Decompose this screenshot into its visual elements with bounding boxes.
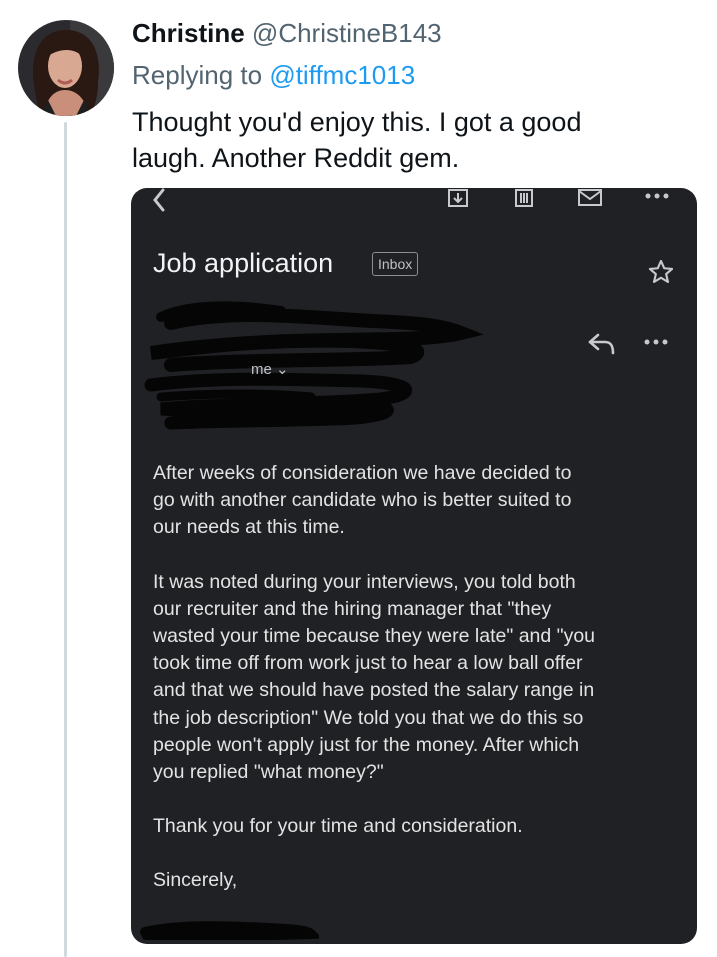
avatar[interactable] xyxy=(18,20,114,116)
email-signoff: Sincerely, xyxy=(153,869,238,892)
email-subject: Job application xyxy=(153,248,334,278)
star-icon[interactable] xyxy=(647,258,675,286)
email-paragraph: After weeks of consideration we have dec… xyxy=(153,462,572,539)
author-line: Christine @ChristineB143 xyxy=(132,17,442,49)
reply-context: Replying to @tiffmc1013 xyxy=(132,59,415,91)
inbox-label-chip[interactable]: Inbox xyxy=(372,252,419,276)
recipient-text: me xyxy=(251,361,272,378)
chevron-down-icon: ⌄ xyxy=(276,361,289,378)
email-body: After weeks of consideration we have dec… xyxy=(153,460,683,922)
tweet-text: Thought you'd enjoy this. I got a good l… xyxy=(132,107,582,173)
sender-redaction-scribble xyxy=(144,301,484,430)
back-icon[interactable] xyxy=(149,188,169,214)
email-paragraph: It was noted during your interviews, you… xyxy=(153,570,596,784)
signature-redaction-scribble xyxy=(140,921,319,940)
mail-toolbar xyxy=(131,188,697,220)
tweet: Christine @ChristineB143 Replying to @ti… xyxy=(0,0,717,957)
email-paragraph: Thank you for your time and consideratio… xyxy=(153,815,523,838)
reply-icon[interactable] xyxy=(587,331,617,357)
tweet-media-image[interactable]: Job application Inbox me ⌄ After weeks o… xyxy=(131,188,697,944)
thread-line xyxy=(64,122,67,957)
message-more-icon[interactable] xyxy=(644,338,668,346)
recipient-me[interactable]: me ⌄ xyxy=(251,360,289,378)
author-name[interactable]: Christine xyxy=(132,18,245,48)
reply-prefix: Replying to xyxy=(132,60,263,90)
more-icon[interactable] xyxy=(645,192,669,200)
reply-handle-link[interactable]: @tiffmc1013 xyxy=(269,60,415,90)
archive-icon[interactable] xyxy=(447,188,469,210)
mail-icon[interactable] xyxy=(577,188,603,210)
author-handle[interactable]: @ChristineB143 xyxy=(252,18,442,48)
delete-icon[interactable] xyxy=(513,188,535,210)
